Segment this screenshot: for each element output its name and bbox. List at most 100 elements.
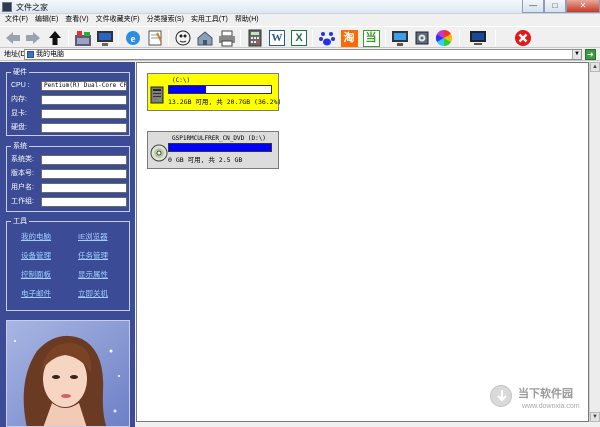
sidebar: 硬件 CPU : Pentium(R) Dual-Core CPU 内存: 显卡… <box>0 62 135 427</box>
username-row: 用户名: <box>11 183 129 193</box>
menu-tools[interactable]: 实用工具(T) <box>189 14 233 26</box>
system-group: 系统 系统类: 版本号: 用户名: 工作组: <box>6 142 130 212</box>
window-controls: — □ ✕ <box>522 0 600 14</box>
address-bar: 地址(D) 我的电脑 ▼ ➔ <box>0 48 600 61</box>
hard-disk-icon <box>150 86 166 104</box>
scroll-up-button[interactable]: ▲ <box>590 62 600 72</box>
notepad-icon[interactable] <box>146 29 164 47</box>
gpu-label: 显卡: <box>11 110 27 117</box>
username-label: 用户名: <box>11 184 34 191</box>
maximize-button[interactable]: □ <box>544 0 566 13</box>
menu-view[interactable]: 查看(V) <box>63 14 93 26</box>
tool-link-display-properties[interactable]: 显示属性 <box>78 270 108 280</box>
workgroup-row: 工作组: <box>11 197 129 207</box>
disk-cleanup-icon[interactable] <box>74 29 92 47</box>
version-label: 版本号: <box>11 170 34 177</box>
tool-link-my-computer[interactable]: 我的电脑 <box>21 232 51 242</box>
cpu-label: CPU : <box>11 82 30 89</box>
back-icon[interactable] <box>4 29 22 47</box>
calculator-icon[interactable] <box>246 29 264 47</box>
word-icon[interactable]: W <box>268 29 286 47</box>
svg-text:e: e <box>131 33 136 45</box>
printer-icon[interactable] <box>218 29 236 47</box>
disk-label: 硬盘: <box>11 124 27 131</box>
os-row: 系统类: <box>11 155 129 165</box>
home-icon[interactable] <box>196 29 214 47</box>
os-field[interactable] <box>41 155 127 165</box>
system-icon[interactable] <box>391 29 409 47</box>
address-value: 我的电脑 <box>36 51 64 58</box>
tool-link-ie-browser[interactable]: IE浏览器 <box>78 232 108 242</box>
drive-c-name: (C:\) <box>172 77 191 84</box>
close-button[interactable]: ✕ <box>566 0 600 13</box>
memory-label: 内存: <box>11 96 27 103</box>
window-title: 文件之家 <box>16 3 48 12</box>
workgroup-field[interactable] <box>41 197 127 207</box>
minimize-button[interactable]: — <box>522 0 544 13</box>
tool-link-task-manager[interactable]: 任务管理 <box>78 251 108 261</box>
memory-field[interactable] <box>41 95 127 105</box>
tool-link-email[interactable]: 电子邮件 <box>21 289 51 299</box>
drive-c-usage-fill <box>169 86 206 93</box>
up-icon[interactable] <box>46 29 64 47</box>
tools-group-title: 工具 <box>11 217 29 226</box>
version-field[interactable] <box>41 169 127 179</box>
os-label: 系统类: <box>11 156 34 163</box>
forward-icon[interactable] <box>24 29 42 47</box>
menu-favorites[interactable]: 文件收藏夹(F) <box>94 14 145 26</box>
chip-icon[interactable] <box>413 29 431 47</box>
tool-link-device-manager[interactable]: 设备管理 <box>21 251 51 261</box>
memory-row: 内存: <box>11 95 129 105</box>
system-group-title: 系统 <box>11 142 29 151</box>
cpu-row: CPU : Pentium(R) Dual-Core CPU <box>11 81 129 91</box>
drive-c-item[interactable]: (C:\) 13.2GB 可用, 共 20.7GB (36.2%) <box>147 73 282 111</box>
address-input[interactable]: 我的电脑 ▼ <box>24 49 582 60</box>
color-icon[interactable] <box>435 29 453 47</box>
cpu-field[interactable]: Pentium(R) Dual-Core CPU <box>41 81 127 91</box>
watermark: 当下软件园 www.downxia.com <box>490 379 598 425</box>
watermark-url: www.downxia.com <box>522 403 580 410</box>
hardware-group-title: 硬件 <box>11 68 29 77</box>
paint-icon[interactable] <box>174 29 192 47</box>
disk-field[interactable] <box>41 123 127 133</box>
download-logo-icon <box>490 385 512 407</box>
tools-group: 工具 我的电脑 IE浏览器 设备管理 任务管理 控制面板 显示属性 电子邮件 立… <box>6 217 130 311</box>
drive-d-name: GSP1RMCULFRER_CN_DVD (D:\) <box>172 135 266 142</box>
toolbar: e W X 淘 当 <box>0 26 600 48</box>
menu-file[interactable]: 文件(F) <box>3 14 33 26</box>
go-button[interactable]: ➔ <box>585 49 596 60</box>
drive-d-item[interactable]: GSP1RMCULFRER_CN_DVD (D:\) 0 GB 可用, 共 2.… <box>147 131 279 169</box>
drive-c-usage-text: 13.2GB 可用, 共 20.7GB (36.2%) <box>168 98 282 106</box>
excel-icon[interactable]: X <box>290 29 308 47</box>
display-icon[interactable] <box>469 29 487 47</box>
address-dropdown-button[interactable]: ▼ <box>572 50 581 59</box>
drive-d-usage-fill <box>169 144 271 151</box>
drive-d-usage-text: 0 GB 可用, 共 2.5 GB <box>168 156 243 164</box>
baidu-icon[interactable] <box>318 29 336 47</box>
watermark-name: 当下软件园 <box>518 388 573 400</box>
username-field[interactable] <box>41 183 127 193</box>
version-row: 版本号: <box>11 169 129 179</box>
computer-icon[interactable] <box>96 29 114 47</box>
portrait-image <box>6 320 130 427</box>
tool-link-control-panel[interactable]: 控制面板 <box>21 270 51 280</box>
menu-search[interactable]: 分类搜索(S) <box>145 14 189 26</box>
gpu-row: 显卡: <box>11 109 129 119</box>
drive-c-usage-bar <box>168 85 272 94</box>
vertical-scrollbar[interactable]: ▲ ▼ <box>589 62 600 422</box>
exit-icon[interactable] <box>514 29 532 47</box>
disk-row: 硬盘: <box>11 123 129 133</box>
taobao-icon[interactable]: 淘 <box>340 29 358 47</box>
workgroup-label: 工作组: <box>11 198 34 205</box>
drive-list-panel: (C:\) 13.2GB 可用, 共 20.7GB (36.2%) GSP1RM… <box>136 62 589 422</box>
menu-bar: 文件(F) 编辑(E) 查看(V) 文件收藏夹(F) 分类搜索(S) 实用工具(… <box>0 14 600 26</box>
menu-help[interactable]: 帮助(H) <box>233 14 264 26</box>
dangdang-icon[interactable]: 当 <box>362 29 380 47</box>
gpu-field[interactable] <box>41 109 127 119</box>
menu-edit[interactable]: 编辑(E) <box>33 14 63 26</box>
tool-link-shutdown[interactable]: 立即关机 <box>78 289 108 299</box>
ie-icon[interactable]: e <box>124 29 142 47</box>
computer-small-icon <box>27 51 34 58</box>
cd-drive-icon <box>150 144 168 162</box>
title-bar: 文件之家 — □ ✕ <box>0 0 600 14</box>
